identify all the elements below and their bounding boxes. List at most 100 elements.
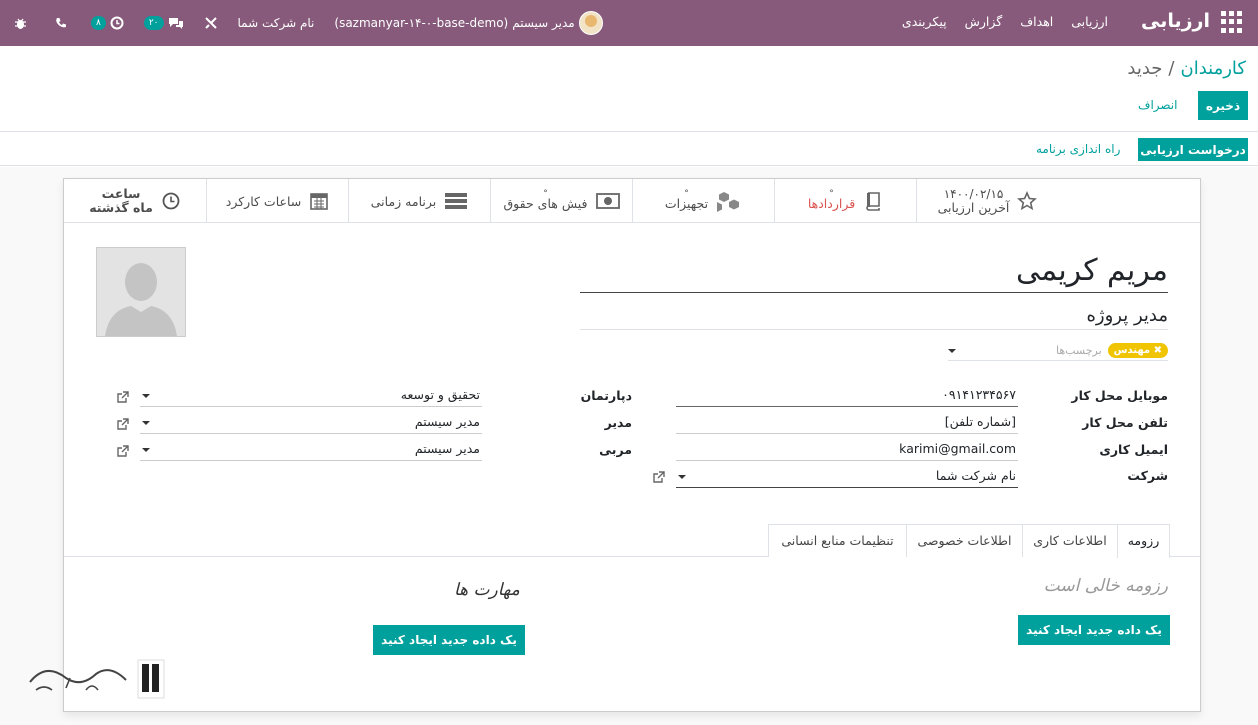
menu-item-appraisal[interactable]: ارزیابی	[1071, 14, 1108, 29]
messages-badge: ۲۰	[143, 16, 164, 30]
save-button[interactable]: ذخیره	[1198, 91, 1248, 120]
coach-external-link-icon[interactable]	[116, 444, 130, 458]
payslips-button[interactable]: ° فیش های حقوق	[490, 179, 632, 223]
manager-external-link-icon[interactable]	[116, 417, 130, 431]
tab-private-information[interactable]: اطلاعات خصوصی	[906, 524, 1023, 557]
hours-value: ساعت	[101, 186, 141, 201]
breadcrumb: کارمندان / جدید	[1127, 58, 1246, 79]
contracts-label: قراردادها	[807, 196, 856, 211]
request-appraisal-button[interactable]: درخواست ارزیابی	[1138, 138, 1248, 161]
cubes-icon	[717, 192, 740, 212]
menu-item-configuration[interactable]: پیکربندی	[902, 14, 947, 29]
employee-name-input[interactable]: مریم کریمی	[580, 253, 1168, 293]
tools-icon[interactable]	[194, 16, 228, 30]
company-value: نام شرکت شما	[935, 468, 1016, 483]
breadcrumb-separator: /	[1168, 58, 1175, 79]
apps-menu-icon[interactable]	[1220, 11, 1242, 33]
db-name: (sazmanyar-۱۴-۰-base-demo)	[334, 16, 509, 30]
breadcrumb-current: جدید	[1127, 58, 1163, 79]
coach-label: مربی	[599, 442, 632, 457]
tag-remove-icon[interactable]: ✖	[1154, 345, 1162, 356]
company-select[interactable]: نام شرکت شما	[676, 466, 1018, 488]
clock-outline-icon	[162, 192, 180, 210]
manager-value: مدیر سیستم	[414, 414, 480, 429]
messaging-menu[interactable]: ۲۰	[134, 16, 194, 30]
department-select[interactable]: تحقیق و توسعه	[140, 385, 482, 407]
last-appraisal-label: آخرین ارزیابی	[937, 200, 1010, 215]
email-label: ایمیل کاری	[1099, 442, 1168, 457]
resume-create-button[interactable]: یک داده جدید ایجاد کنید	[1018, 615, 1170, 645]
tab-work-information[interactable]: اطلاعات کاری	[1022, 524, 1118, 557]
server-icon	[445, 193, 468, 209]
calendar-icon	[310, 193, 329, 210]
mobile-label: موبایل محل کار	[1071, 388, 1168, 403]
systray: مدیر سیستم (sazmanyar-۱۴-۰-base-demo) نا…	[0, 0, 613, 46]
activity-menu[interactable]: ۸	[81, 16, 134, 30]
company-dropdown-icon[interactable]	[678, 475, 686, 479]
skills-create-button[interactable]: یک داده جدید ایجاد کنید	[373, 625, 525, 655]
department-dropdown-icon[interactable]	[142, 394, 150, 398]
last-month-hours-button[interactable]: ساعت ماه گذشته	[64, 179, 206, 223]
menu-item-goals[interactable]: اهداف	[1020, 14, 1053, 29]
department-label: دپارتمان	[580, 388, 632, 403]
coach-dropdown-icon[interactable]	[142, 448, 150, 452]
equipment-button[interactable]: ° تجهیزات	[632, 179, 774, 223]
skills-title: مهارت ها	[454, 580, 520, 600]
tab-hr-settings[interactable]: تنظیمات منابع انسانی	[768, 524, 907, 557]
payslips-label: فیش های حقوق	[503, 196, 588, 211]
tab-resume[interactable]: رزومه	[1117, 524, 1170, 558]
employee-photo[interactable]	[96, 247, 186, 337]
coach-select[interactable]: مدیر سیستم	[140, 439, 482, 461]
tags-dropdown-icon[interactable]	[948, 348, 956, 353]
manager-label: مدیر	[604, 415, 632, 430]
schedule-button[interactable]: برنامه زمانی	[348, 179, 490, 223]
user-avatar	[578, 11, 603, 35]
equipment-label: تجهیزات	[664, 196, 709, 211]
department-value: تحقیق و توسعه	[400, 387, 480, 402]
work-phone-input[interactable]: [شماره تلفن]	[676, 412, 1018, 434]
watermark-logo	[29, 659, 165, 699]
schedule-label: برنامه زمانی	[370, 193, 437, 209]
phone-icon[interactable]	[41, 17, 81, 29]
user-name: مدیر سیستم	[512, 16, 575, 30]
bug-icon[interactable]	[0, 17, 41, 30]
manager-dropdown-icon[interactable]	[142, 421, 150, 425]
timesheet-button[interactable]: ساعات کارکرد	[206, 179, 348, 223]
last-appraisal-button[interactable]: ۱۴۰۰/۰۲/۱۵ آخرین ارزیابی	[916, 179, 1058, 223]
contracts-button[interactable]: ° قراردادها	[774, 179, 916, 223]
breadcrumb-employees[interactable]: کارمندان	[1181, 58, 1247, 79]
menu-item-reporting[interactable]: گزارش	[965, 14, 1003, 29]
job-title-input[interactable]: مدیر پروژه	[580, 305, 1168, 330]
user-menu[interactable]: مدیر سیستم (sazmanyar-۱۴-۰-base-demo)	[324, 11, 612, 35]
book-icon	[866, 192, 881, 211]
main-menu: ارزیابی اهداف گزارش پیکربندی	[902, 14, 1108, 29]
manager-select[interactable]: مدیر سیستم	[140, 412, 482, 434]
hours-label: ماه گذشته	[89, 200, 153, 215]
company-external-link-icon[interactable]	[652, 470, 666, 484]
form-sheet: ۱۴۰۰/۰۲/۱۵ آخرین ارزیابی ° قراردادها ° ت…	[63, 178, 1201, 712]
tags-field[interactable]: ✖ مهندس برچسب‌ها	[948, 341, 1168, 361]
smart-buttons: ۱۴۰۰/۰۲/۱۵ آخرین ارزیابی ° قراردادها ° ت…	[64, 179, 1200, 223]
launch-plan-button[interactable]: راه اندازی برنامه	[1036, 142, 1120, 156]
star-icon	[1017, 191, 1038, 211]
work-email-input[interactable]: karimi@gmail.com	[676, 439, 1018, 461]
work-mobile-input[interactable]: ۰۹۱۴۱۲۳۴۵۶۷	[676, 385, 1018, 407]
top-navbar: ارزیابی ارزیابی اهداف گزارش پیکربندی مدی…	[0, 0, 1258, 46]
avatar-placeholder-icon	[97, 248, 185, 336]
resume-empty-text: رزومه خالی است	[1043, 576, 1168, 596]
chat-icon	[168, 18, 183, 29]
department-external-link-icon[interactable]	[116, 390, 130, 404]
tags-placeholder: برچسب‌ها	[1055, 344, 1102, 357]
company-switcher[interactable]: نام شرکت شما	[228, 16, 325, 30]
tag-engineer: ✖ مهندس	[1107, 343, 1168, 358]
phone-label: تلفن محل کار	[1082, 415, 1168, 430]
last-appraisal-date: ۱۴۰۰/۰۲/۱۵	[943, 187, 1004, 201]
discard-button[interactable]: انصراف	[1138, 98, 1177, 112]
timesheet-label: ساعات کارکرد	[225, 193, 302, 209]
company-label: شرکت	[1127, 468, 1168, 483]
activities-badge: ۸	[91, 16, 106, 30]
clock-icon	[110, 16, 124, 30]
coach-value: مدیر سیستم	[414, 441, 480, 456]
tag-label: مهندس	[1113, 345, 1151, 356]
app-brand[interactable]: ارزیابی	[1141, 10, 1210, 32]
